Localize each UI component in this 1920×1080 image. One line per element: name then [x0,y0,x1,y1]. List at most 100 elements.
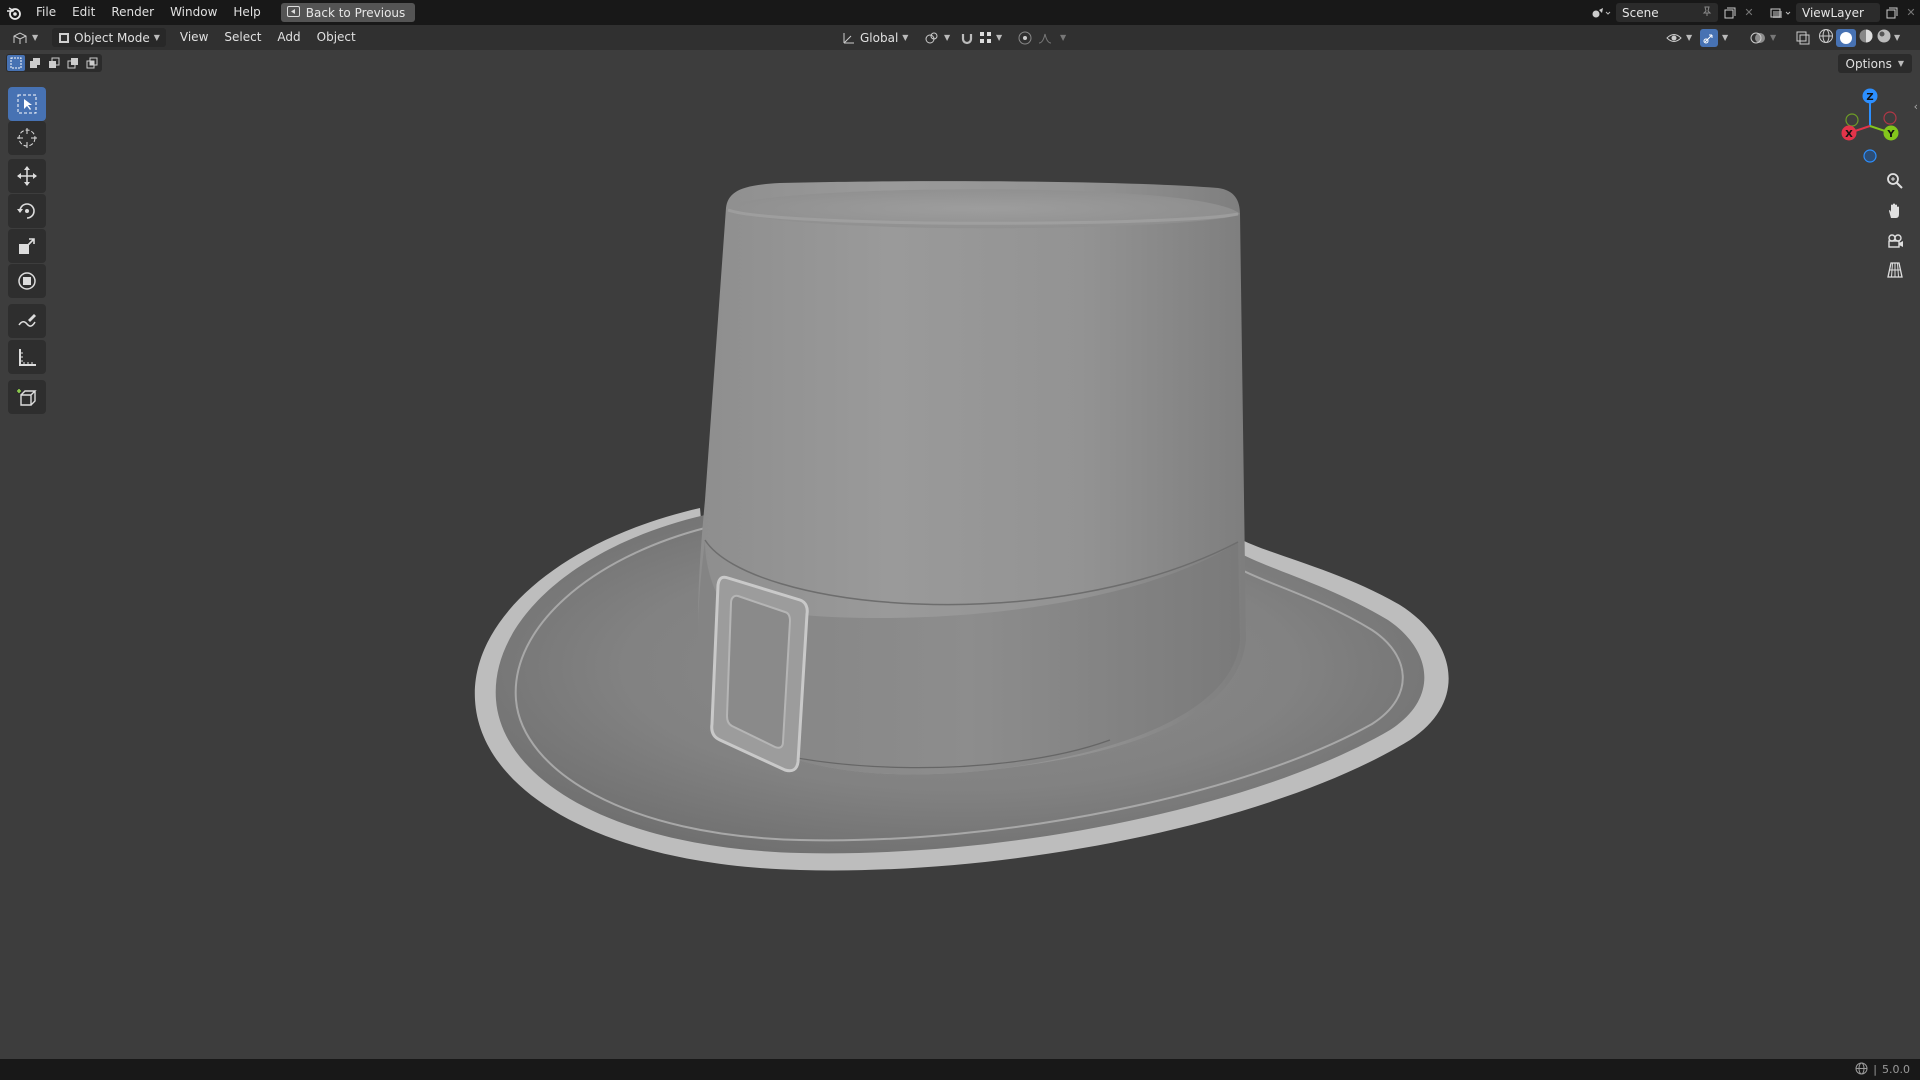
back-screen-icon [286,5,300,20]
wireframe-shading-icon[interactable] [1818,28,1834,47]
scene-selector: Scene ✕ [1586,3,1756,22]
global-orientation-icon [843,32,854,43]
menu-object[interactable]: Object [309,28,364,47]
view-layer-browse-button[interactable] [1766,3,1796,22]
delete-view-layer-button[interactable]: ✕ [1904,3,1918,22]
xray-icon [1796,31,1810,44]
solid-shading-button[interactable] [1836,28,1856,47]
tool-transform[interactable] [8,264,46,298]
menu-add[interactable]: Add [269,28,308,47]
perspective-toggle-button[interactable] [1880,256,1910,284]
viewport-header: ▼ Object Mode ▼ View Select Add Object G… [0,25,1920,50]
zoom-button[interactable] [1880,167,1910,195]
select-invert-button[interactable] [64,55,82,71]
menu-file[interactable]: File [28,0,64,25]
menu-select[interactable]: Select [216,28,269,47]
chevron-down-icon: ▼ [1686,33,1693,42]
pan-button[interactable] [1880,197,1910,225]
scene-icon [1592,7,1611,17]
selection-mode-group [6,54,102,72]
shading-mode-group: ▼ [1818,28,1900,47]
pin-icon[interactable] [1702,6,1712,20]
new-view-layer-button[interactable] [1880,3,1904,22]
back-to-previous-label: Back to Previous [305,5,406,20]
globe-icon [1855,1062,1868,1078]
menu-edit[interactable]: Edit [64,0,103,25]
select-new-button[interactable] [7,55,25,71]
tool-scale[interactable] [8,229,46,263]
mode-selector[interactable]: Object Mode ▼ [52,28,166,47]
status-bar: | 5.0.0 [0,1059,1920,1080]
transform-orientation-selector[interactable]: Global ▼ [836,28,914,47]
chevron-down-icon[interactable]: ▼ [1894,33,1900,42]
tool-add-cube[interactable] [8,380,46,414]
grid-perspective-icon [1887,262,1903,278]
gizmo-icon [1703,34,1713,43]
neg-y-axis-handle [1845,113,1859,127]
select-intersect-button[interactable] [83,55,101,71]
transform-icon [18,272,36,290]
tool-move[interactable] [8,159,46,193]
editor-type-button[interactable]: ▼ [6,28,44,47]
proportional-falloff-selector[interactable]: ▼ [1032,28,1072,47]
tool-annotate[interactable] [8,304,46,338]
eye-icon [1666,33,1682,42]
scene-name-field[interactable]: Scene [1616,3,1718,22]
add-cube-icon [17,389,37,406]
options-dropdown[interactable]: Options ▼ [1837,54,1912,73]
rotate-icon [17,203,35,219]
back-to-previous-button[interactable]: Back to Previous [280,3,416,22]
chevron-down-icon: ▼ [1060,33,1067,42]
z-axis-handle: Z [1862,88,1878,104]
scene-browse-button[interactable] [1586,3,1616,22]
rendered-shading-icon[interactable] [1876,28,1892,47]
menu-help[interactable]: Help [225,0,268,25]
camera-icon [1888,234,1903,248]
hat-buckle [710,575,809,773]
status-separator: | [1873,1063,1877,1076]
mode-label: Object Mode [74,30,150,45]
chevron-down-icon: ▼ [1770,33,1777,42]
tool-select-box[interactable] [8,87,46,121]
blender-logo-icon[interactable] [0,0,28,25]
camera-view-button[interactable] [1880,227,1910,255]
chevron-down-icon: ▼ [996,33,1003,42]
overlays-toggle[interactable]: ▼ [1744,28,1782,47]
chevron-down-icon: ▼ [1897,59,1904,68]
duplicate-icon [1724,7,1736,18]
delete-scene-button[interactable]: ✕ [1742,3,1756,22]
annotate-icon [18,314,36,327]
menu-window[interactable]: Window [162,0,225,25]
solid-shading-icon [1840,31,1852,44]
chevron-down-icon: ▼ [153,33,160,42]
chevron-down-icon: ▼ [32,33,39,42]
tool-rotate[interactable] [8,194,46,228]
object-visibility-selector[interactable]: ▼ [1660,28,1698,47]
scale-icon [19,238,35,254]
snap-target-selector[interactable]: ▼ [974,28,1008,47]
view-layer-selector: ViewLayer ✕ [1766,3,1918,22]
view-layer-name-field[interactable]: ViewLayer [1796,3,1880,22]
select-extend-button[interactable] [26,55,44,71]
menu-render[interactable]: Render [103,0,162,25]
material-shading-icon[interactable] [1858,28,1874,47]
select-box-icon [17,94,37,114]
menu-view[interactable]: View [172,28,216,47]
tool-measure[interactable] [8,340,46,374]
xray-toggle[interactable] [1790,28,1816,47]
tool-cursor[interactable] [8,121,46,155]
top-menu-bar: File Edit Render Window Help Back to Pre… [0,0,1920,25]
y-axis-handle: Y [1883,125,1899,141]
pivot-point-selector[interactable]: ▼ [918,28,956,47]
new-scene-button[interactable] [1718,3,1742,22]
duplicate-icon [1886,7,1898,18]
falloff-curve-icon [1038,33,1052,43]
sidebar-expand-icon[interactable]: ‹ [1914,100,1918,113]
gizmo-toggle[interactable]: ▼ [1698,28,1730,47]
version-label: 5.0.0 [1882,1063,1910,1076]
select-extend-icon [30,58,40,68]
select-subtract-button[interactable] [45,55,63,71]
navigation-gizmo[interactable]: Z X Y [1830,84,1910,174]
z-axis-label: Z [1866,92,1873,103]
top-hat-model[interactable] [0,0,1920,1080]
